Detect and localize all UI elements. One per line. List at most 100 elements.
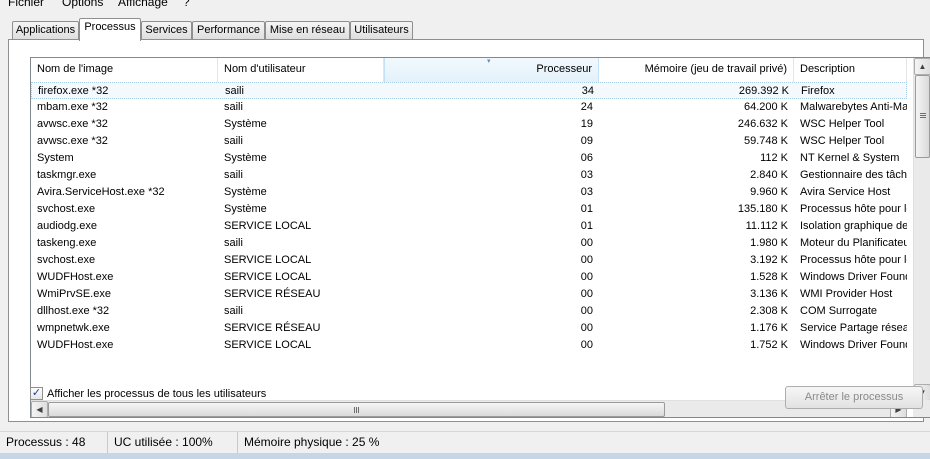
scroll-left-icon[interactable]: ◀ — [31, 401, 48, 417]
processes-panel: Nom de l'image Nom d'utilisateur ▾ Proce… — [8, 39, 930, 422]
table-row[interactable]: firefox.exe *32 saili 34 269.392 K Firefox — [31, 82, 907, 99]
column-header-cpu-label: Processeur — [536, 63, 592, 75]
cell-image: taskeng.exe — [37, 237, 97, 249]
scroll-up-icon[interactable]: ▲ — [914, 58, 930, 75]
table-row[interactable]: mbam.exe *32 saili 24 64.200 K Malwarebytes … — [31, 99, 907, 116]
cell-memory: 112 K — [760, 152, 788, 164]
tab-strip: Applications Processus Services Performa… — [0, 14, 930, 41]
cell-user: SERVICE LOCAL — [224, 220, 312, 232]
table-row[interactable]: wmpnetwk.exe SERVICE RÉSEAU 00 1.176 K Servi… — [31, 320, 907, 337]
cell-image: avwsc.exe *32 — [37, 118, 108, 130]
table-row[interactable]: avwsc.exe *32 Système 19 246.632 K WSC Helpe… — [31, 116, 907, 133]
cell-image: WmiPrvSE.exe — [37, 288, 111, 300]
cell-image: avwsc.exe *32 — [37, 135, 108, 147]
cell-memory: 59.748 K — [743, 135, 788, 147]
cell-description: Windows Driver Found — [800, 271, 907, 283]
cell-image: WUDFHost.exe — [37, 271, 114, 283]
table-row[interactable]: taskmgr.exe saili 03 2.840 K Gestionnaire de… — [31, 167, 907, 184]
table-row[interactable]: svchost.exe SERVICE LOCAL 00 3.192 K Process… — [31, 252, 907, 269]
grip-line — [354, 407, 355, 413]
cell-cpu: 06 — [580, 152, 593, 164]
table-row[interactable]: svchost.exe Système 01 135.180 K Processus h… — [31, 201, 907, 218]
cell-user: SERVICE RÉSEAU — [224, 322, 321, 334]
column-header-user[interactable]: Nom d'utilisateur — [218, 58, 384, 82]
vertical-scrollbar[interactable]: ▲ ▼ — [913, 58, 930, 401]
column-header-description[interactable]: Description — [794, 58, 907, 82]
table-row[interactable]: System Système 06 112 K NT Kernel & System — [31, 150, 907, 167]
cell-memory: 1.176 K — [750, 322, 788, 334]
table-row[interactable]: avwsc.exe *32 saili 09 59.748 K WSC Helper T… — [31, 133, 907, 150]
cell-user: Système — [224, 186, 267, 198]
tab-mise-en-reseau[interactable]: Mise en réseau — [265, 21, 350, 40]
column-header-image[interactable]: Nom de l'image — [31, 58, 218, 82]
cell-user: saili — [224, 237, 243, 249]
cell-user: saili — [224, 135, 243, 147]
cell-description: Malwarebytes Anti-Ma — [800, 101, 907, 113]
tab-applications[interactable]: Applications — [12, 21, 79, 40]
status-bar: Processus : 48 UC utilisée : 100% Mémoir… — [0, 431, 930, 454]
column-header-memory[interactable]: Mémoire (jeu de travail privé) — [599, 58, 794, 82]
cell-user: Système — [224, 203, 267, 215]
end-process-button[interactable]: Arrêter le processus — [785, 386, 923, 409]
table-row[interactable]: dllhost.exe *32 saili 00 2.308 K COM Surroga… — [31, 303, 907, 320]
table-row[interactable]: WUDFHost.exe SERVICE LOCAL 00 1.752 K Window… — [31, 337, 907, 354]
tab-utilisateurs[interactable]: Utilisateurs — [350, 21, 413, 40]
cell-cpu: 00 — [580, 288, 593, 300]
status-process-count: Processus : 48 — [0, 432, 108, 454]
cell-memory: 269.392 K — [738, 85, 789, 97]
menu-affichage[interactable]: Affichage — [118, 0, 168, 9]
cell-description: Service Partage résea — [800, 322, 907, 334]
menu-fichier[interactable]: Fichier — [8, 0, 44, 9]
cell-description: WSC Helper Tool — [800, 135, 885, 147]
cell-memory: 3.136 K — [750, 288, 788, 300]
cell-image: Avira.ServiceHost.exe *32 — [37, 186, 165, 198]
cell-memory: 3.192 K — [750, 254, 788, 266]
process-list[interactable]: Nom de l'image Nom d'utilisateur ▾ Proce… — [30, 57, 930, 418]
menu-options[interactable]: Options — [62, 0, 103, 9]
cell-cpu: 00 — [580, 339, 593, 351]
column-header-cpu[interactable]: ▾ Processeur — [384, 58, 599, 82]
grip-line — [920, 117, 926, 118]
window-bottom-edge — [0, 453, 930, 459]
table-row[interactable]: audiodg.exe SERVICE LOCAL 01 11.112 K Isolat… — [31, 218, 907, 235]
cell-description: Avira Service Host — [800, 186, 891, 198]
horizontal-scroll-thumb[interactable] — [48, 402, 665, 417]
cell-description: NT Kernel & System — [800, 152, 900, 164]
horizontal-scrollbar[interactable]: ◀ ▶ — [31, 400, 907, 417]
cell-memory: 246.632 K — [737, 118, 788, 130]
vertical-scroll-thumb[interactable] — [915, 75, 930, 158]
cell-user: SERVICE RÉSEAU — [224, 288, 321, 300]
cell-cpu: 00 — [580, 237, 593, 249]
cell-description: WSC Helper Tool — [800, 118, 885, 130]
cell-cpu: 03 — [580, 186, 593, 198]
cell-image: taskmgr.exe — [37, 169, 97, 181]
cell-memory: 2.308 K — [750, 305, 788, 317]
menu-help[interactable]: ? — [183, 0, 190, 9]
cell-cpu: 01 — [580, 220, 593, 232]
show-all-users-label[interactable]: Afficher les processus de tous les utili… — [47, 386, 266, 402]
status-cpu-usage: UC utilisée : 100% — [108, 432, 238, 454]
checkmark-icon: ✓ — [31, 387, 42, 399]
tab-services[interactable]: Services — [141, 21, 192, 40]
cell-description: Isolation graphique de — [800, 220, 907, 232]
sort-descending-icon: ▾ — [487, 58, 491, 65]
table-row[interactable]: taskeng.exe saili 00 1.980 K Moteur du Plani… — [31, 235, 907, 252]
cell-cpu: 19 — [580, 118, 593, 130]
cell-image: dllhost.exe *32 — [37, 305, 110, 317]
table-row[interactable]: WUDFHost.exe SERVICE LOCAL 00 1.528 K Window… — [31, 269, 907, 286]
cell-image: audiodg.exe — [37, 220, 97, 232]
table-row[interactable]: WmiPrvSE.exe SERVICE RÉSEAU 00 3.136 K WMI P… — [31, 286, 907, 303]
cell-cpu: 00 — [580, 322, 593, 334]
cell-user: saili — [224, 101, 243, 113]
cell-memory: 9.960 K — [750, 186, 788, 198]
tab-processus[interactable]: Processus — [79, 18, 141, 41]
table-row[interactable]: Avira.ServiceHost.exe *32 Système 03 9.960 … — [31, 184, 907, 201]
tab-performance[interactable]: Performance — [192, 21, 265, 40]
cell-cpu: 34 — [581, 85, 594, 97]
cell-image: WUDFHost.exe — [37, 339, 114, 351]
show-all-users-checkbox[interactable]: ✓ — [30, 387, 43, 400]
cell-cpu: 00 — [580, 305, 593, 317]
cell-cpu: 09 — [580, 135, 593, 147]
cell-memory: 1.528 K — [750, 271, 788, 283]
cell-description: Processus hôte pour le — [800, 254, 907, 266]
